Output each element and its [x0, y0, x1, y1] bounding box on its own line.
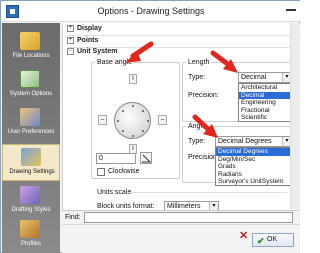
dropdown-option[interactable]: Surveyor's UnitSystem — [216, 178, 291, 186]
length-type-label: Type: — [188, 74, 206, 81]
sidebar-item-drafting-styles[interactable]: Drafting Styles — [2, 183, 60, 220]
angle-type-select[interactable]: Decimal Degrees ▾ — [215, 136, 292, 147]
window-title: Options - Drawing Settings — [97, 6, 205, 16]
dial-tick — [122, 130, 124, 132]
ok-button[interactable]: ✔ OK — [252, 233, 294, 247]
sidebar-item-profiles[interactable]: Profiles — [2, 217, 60, 253]
folder-icon — [20, 32, 40, 50]
tree-label-display: Display — [77, 25, 102, 32]
system-options-icon — [20, 70, 40, 88]
annotation-arrow-icon — [210, 50, 238, 73]
tree-label-points: Points — [77, 37, 99, 44]
dropdown-option[interactable]: Deg/Min/Sec — [216, 156, 291, 164]
divider — [127, 192, 287, 193]
block-units-label: Block units format: — [97, 203, 155, 210]
base-angle-input[interactable]: 0 — [96, 153, 136, 164]
user-preferences-icon — [20, 108, 40, 126]
find-bar: Find: — [62, 210, 300, 224]
sidebar-item-drawing-settings[interactable]: Drawing Settings — [2, 144, 60, 181]
angle-0-button[interactable]: – — [158, 115, 167, 125]
dropdown-option-selected[interactable]: Decimal Degrees — [216, 148, 291, 156]
dial-tick — [147, 120, 149, 122]
length-type-select[interactable]: Decimal ▾ — [238, 72, 292, 83]
pick-angle-button[interactable] — [140, 152, 152, 164]
clockwise-checkbox[interactable] — [97, 168, 105, 176]
sidebar: File Locations System Options User Prefe… — [2, 23, 60, 253]
find-input[interactable] — [84, 212, 293, 223]
dial-tick — [122, 110, 124, 112]
length-legend: Length — [188, 59, 210, 66]
sidebar-item-label: Drafting Styles — [11, 207, 51, 213]
expand-icon[interactable]: + — [67, 25, 74, 32]
sidebar-item-label: Drawing Settings — [9, 169, 55, 175]
clockwise-label: Clockwise — [108, 168, 140, 175]
angle-90-button[interactable]: I — [129, 74, 137, 84]
dropdown-option[interactable]: Engineering — [239, 99, 291, 107]
angle-dial[interactable] — [114, 102, 151, 139]
sidebar-item-label: System Options — [9, 91, 53, 97]
angle-pick-icon — [142, 154, 152, 163]
sidebar-item-user-preferences[interactable]: User Preferences — [2, 105, 60, 142]
expand-icon[interactable]: + — [67, 37, 74, 44]
cancel-icon[interactable]: ✕ — [239, 229, 248, 242]
dial-tick — [132, 105, 134, 107]
dropdown-option[interactable]: Grads — [216, 163, 291, 171]
dial-tick — [142, 130, 144, 132]
ok-button-label: OK — [267, 236, 278, 243]
dial-tick — [142, 110, 144, 112]
tree-row-points[interactable]: + Points — [67, 37, 98, 46]
divider — [67, 35, 301, 36]
profiles-icon — [20, 220, 40, 238]
dropdown-option[interactable]: Fractional — [239, 107, 291, 115]
button-bar: ✔ OK — [62, 224, 300, 253]
sidebar-item-label: User Preferences — [7, 129, 55, 135]
checkmark-icon: ✔ — [257, 236, 265, 246]
scrollbar[interactable] — [290, 23, 300, 209]
angle-type-value: Decimal Degrees — [218, 138, 272, 145]
length-type-value: Decimal — [241, 74, 267, 81]
dropdown-option[interactable]: Architectural — [239, 84, 291, 92]
tree-row-display[interactable]: + Display — [67, 25, 102, 34]
tree-row-unit-system[interactable]: - Unit System — [67, 48, 117, 57]
sidebar-item-label: File Locations — [12, 53, 50, 59]
annotation-arrow-icon — [125, 41, 154, 63]
annotation-arrow-icon — [192, 114, 218, 138]
dropdown-option[interactable]: Radians — [216, 171, 291, 179]
sidebar-item-file-locations[interactable]: File Locations — [2, 29, 60, 66]
find-label: Find: — [65, 214, 81, 221]
options-window: Options - Drawing Settings File Location… — [0, 0, 301, 253]
drafting-styles-icon — [20, 186, 40, 204]
title-bar: Options - Drawing Settings — [1, 1, 301, 22]
dial-tick — [132, 135, 134, 137]
length-precision-label: Precision: — [188, 92, 219, 99]
minimize-button[interactable] — [286, 9, 296, 11]
sidebar-item-system-options[interactable]: System Options — [2, 67, 60, 104]
tree-label-unit-system: Unit System — [77, 48, 118, 55]
angle-180-button[interactable]: – — [98, 115, 107, 125]
dropdown-option-selected[interactable]: Decimal — [239, 91, 291, 99]
collapse-icon[interactable]: - — [67, 48, 74, 55]
sidebar-item-label: Profiles — [20, 241, 41, 247]
dropdown-option[interactable]: Scientific — [239, 114, 291, 122]
block-units-value: Millimeters — [167, 203, 201, 210]
angle-type-dropdown[interactable]: Decimal Degrees Deg/Min/Sec Grads Radian… — [215, 147, 292, 186]
length-type-dropdown[interactable]: Architectural Decimal Engineering Fracti… — [238, 83, 292, 122]
drawing-settings-icon — [21, 148, 41, 166]
dial-tick — [117, 120, 119, 122]
